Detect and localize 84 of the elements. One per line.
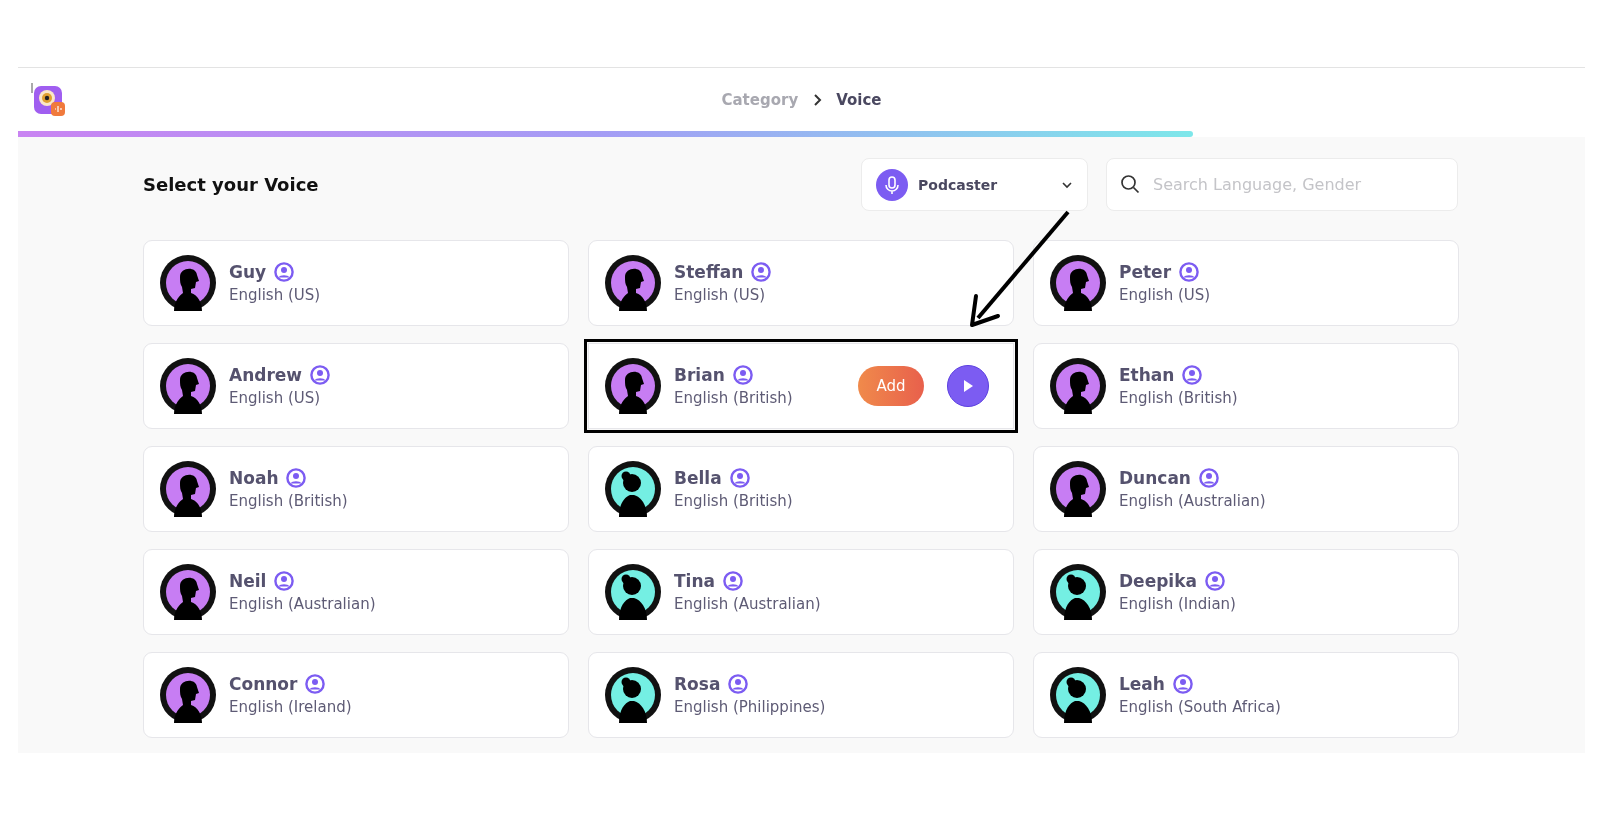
voice-language: English (Australian) xyxy=(1119,492,1267,510)
voice-name: Noah xyxy=(229,468,279,488)
voice-card[interactable]: Connor English (Ireland) xyxy=(143,652,569,738)
avatar-icon xyxy=(160,255,216,311)
user-icon xyxy=(1172,674,1193,694)
voice-card[interactable]: Tina English (Australian) xyxy=(588,549,1014,635)
user-icon xyxy=(729,468,750,488)
voice-language: English (Philippines) xyxy=(674,698,827,716)
page-title: Select your Voice xyxy=(143,174,320,195)
user-icon xyxy=(1204,571,1225,591)
avatar-icon xyxy=(1050,667,1106,723)
avatar-icon xyxy=(605,667,661,723)
play-button[interactable] xyxy=(947,365,989,407)
avatar-icon xyxy=(605,461,661,517)
play-icon xyxy=(961,378,975,394)
avatar-icon xyxy=(605,564,661,620)
avatar-icon xyxy=(605,358,661,414)
voice-name: Connor xyxy=(229,674,298,694)
user-icon xyxy=(1182,365,1203,385)
voice-name: Guy xyxy=(229,262,267,282)
voice-language: English (US) xyxy=(229,389,322,407)
voice-name: Neil xyxy=(229,571,267,591)
chevron-down-icon xyxy=(1061,180,1073,189)
avatar-icon xyxy=(1050,564,1106,620)
avatar-icon xyxy=(160,358,216,414)
chevron-right-icon xyxy=(812,93,823,106)
voice-language: English (US) xyxy=(1119,286,1212,304)
app-logo xyxy=(30,81,66,117)
avatar-icon xyxy=(160,564,216,620)
microphone-icon xyxy=(876,168,908,201)
voice-card[interactable]: Rosa English (Philippines) xyxy=(588,652,1014,738)
voice-language: English (US) xyxy=(674,286,767,304)
voice-language: English (US) xyxy=(229,286,322,304)
voice-language: English (Indian) xyxy=(1119,595,1237,613)
voice-name: Steffan xyxy=(674,262,744,282)
voice-language: English (Australian) xyxy=(229,595,377,613)
user-icon xyxy=(286,468,307,488)
user-icon xyxy=(1179,262,1200,282)
user-icon xyxy=(274,571,295,591)
voice-name: Andrew xyxy=(229,365,303,385)
voice-name: Brian xyxy=(674,365,725,385)
user-icon xyxy=(723,571,743,591)
voice-name: Bella xyxy=(674,468,722,488)
voice-card[interactable]: Peter English (US) xyxy=(1033,240,1459,326)
voice-name: Duncan xyxy=(1119,468,1191,488)
user-icon xyxy=(305,674,326,694)
voice-card[interactable]: Neil English (Australian) xyxy=(143,549,569,635)
voice-card[interactable]: Ethan English (British) xyxy=(1033,343,1459,429)
avatar-icon xyxy=(160,461,216,517)
voice-card[interactable]: Duncan English (Australian) xyxy=(1033,446,1459,532)
avatar-icon xyxy=(605,255,661,311)
voice-language: English (South Africa) xyxy=(1119,698,1282,716)
voice-name: Ethan xyxy=(1119,365,1175,385)
user-icon xyxy=(1198,468,1219,488)
avatar-icon xyxy=(160,667,216,723)
voice-card[interactable]: Leah English (South Africa) xyxy=(1033,652,1459,738)
voice-card[interactable]: Andrew English (US) xyxy=(143,343,569,429)
user-icon xyxy=(732,365,753,385)
voice-language: English (Ireland) xyxy=(229,698,353,716)
voice-name: Peter xyxy=(1119,262,1172,282)
voice-language: English (British) xyxy=(229,492,349,510)
user-icon xyxy=(274,262,295,282)
voice-name: Rosa xyxy=(674,674,721,694)
voice-name: Deepika xyxy=(1119,571,1197,591)
voice-card[interactable]: Bella English (British) xyxy=(588,446,1014,532)
voice-card[interactable]: Noah English (British) xyxy=(143,446,569,532)
avatar-icon xyxy=(1050,461,1106,517)
avatar-icon xyxy=(1050,358,1106,414)
voice-language: English (British) xyxy=(674,389,794,407)
user-icon xyxy=(751,262,772,282)
voice-language: English (Australian) xyxy=(674,595,822,613)
user-icon xyxy=(728,674,749,694)
user-icon xyxy=(310,365,331,385)
avatar-icon xyxy=(1050,255,1106,311)
voice-language: English (British) xyxy=(674,492,794,510)
category-dropdown[interactable]: Podcaster xyxy=(861,158,1088,211)
breadcrumb-item[interactable]: Voice xyxy=(836,90,882,109)
voice-name: Leah xyxy=(1119,674,1165,694)
voice-card[interactable]: Steffan English (US) xyxy=(588,240,1014,326)
voice-name: Tina xyxy=(674,571,715,591)
search-field[interactable]: Search Language, Gender xyxy=(1106,158,1458,211)
voice-card[interactable]: Guy English (US) xyxy=(143,240,569,326)
voice-language: English (British) xyxy=(1119,389,1239,407)
voice-card[interactable]: Deepika English (Indian) xyxy=(1033,549,1459,635)
